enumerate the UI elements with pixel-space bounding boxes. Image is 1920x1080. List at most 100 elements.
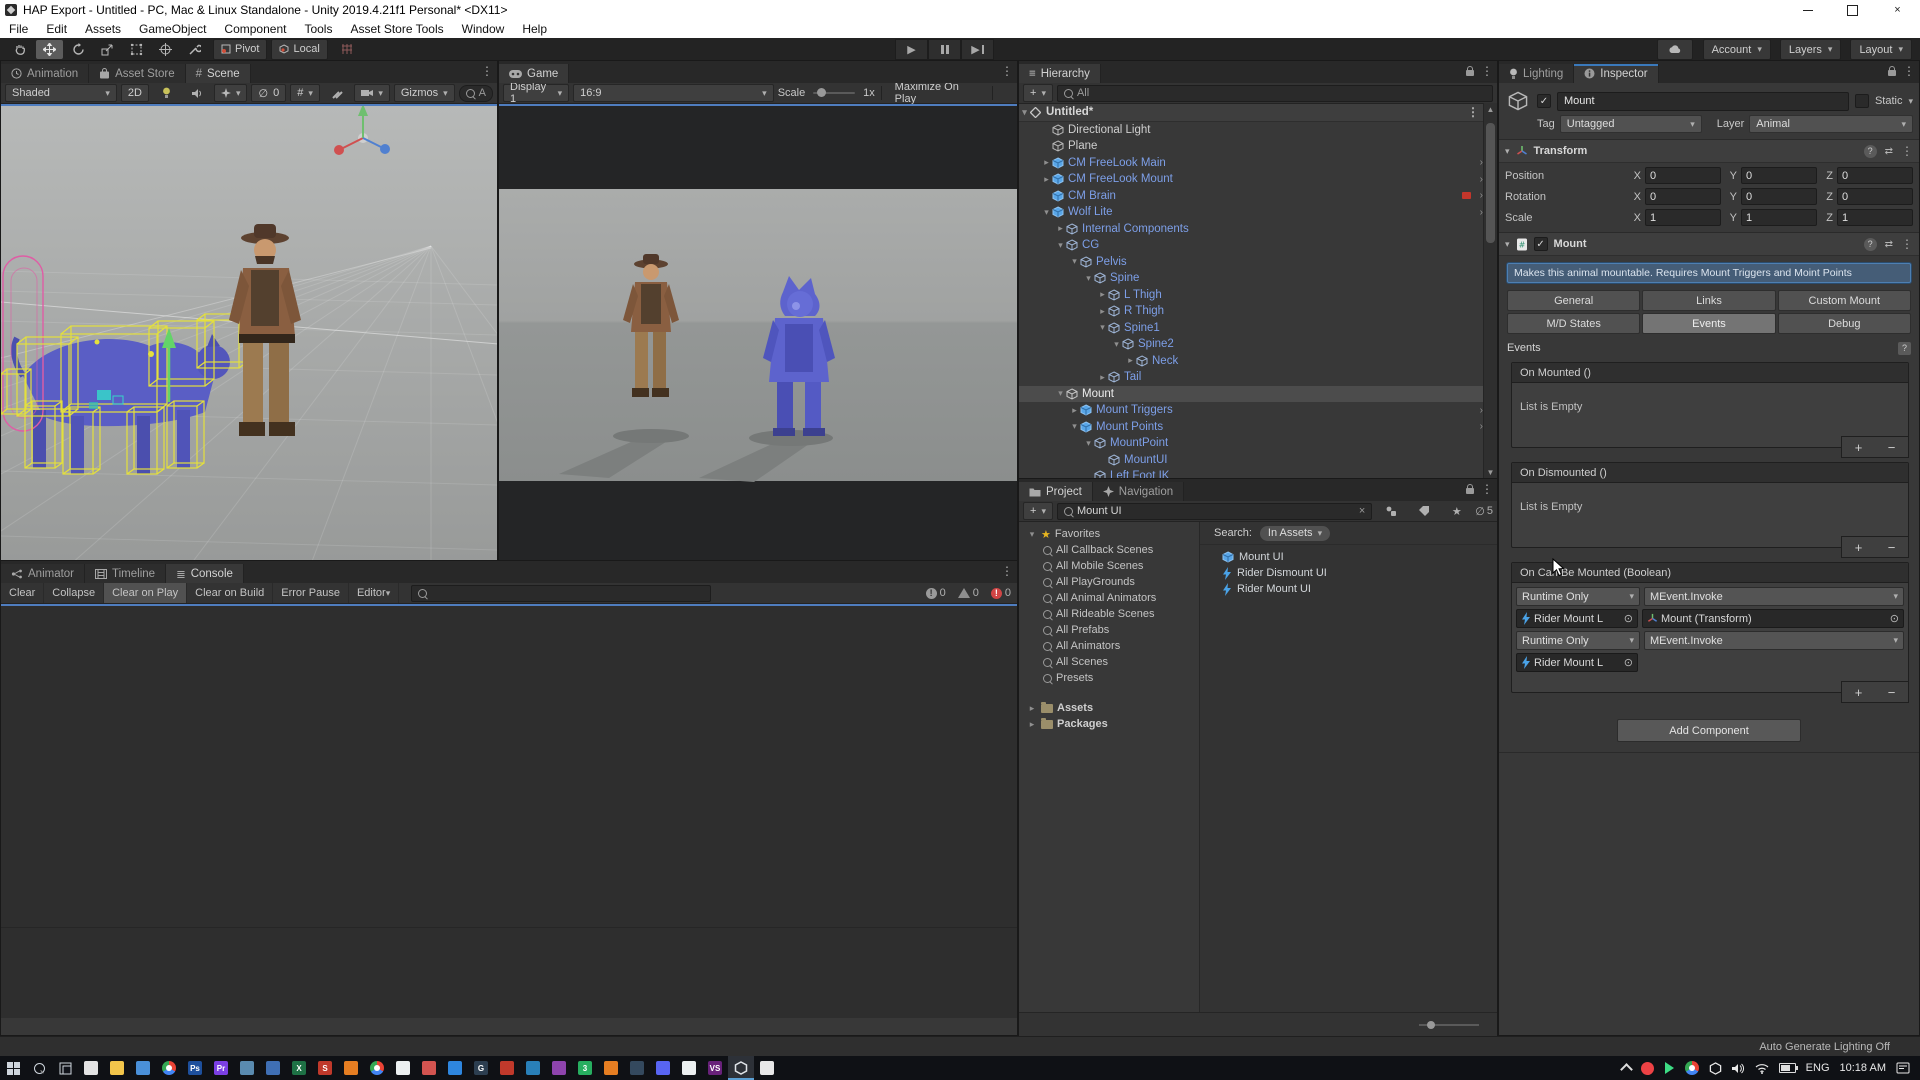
x-field[interactable]: 0 bbox=[1645, 167, 1721, 184]
cloud-button[interactable] bbox=[1657, 39, 1693, 60]
object-picker-icon[interactable]: ⊙ bbox=[1624, 656, 1633, 669]
language-indicator[interactable]: ENG bbox=[1806, 1062, 1830, 1074]
taskbar-app-16[interactable]: G bbox=[468, 1056, 494, 1080]
scene-kebab-icon[interactable]: ⋮ bbox=[1467, 105, 1479, 119]
menu-edit[interactable]: Edit bbox=[37, 20, 76, 38]
remove-event-button[interactable]: − bbox=[1875, 537, 1908, 557]
foldout-icon[interactable]: ▾ bbox=[1097, 322, 1108, 333]
tab-console[interactable]: ≣Console bbox=[166, 564, 244, 583]
taskbar-app-27[interactable] bbox=[754, 1056, 780, 1080]
wifi-icon[interactable] bbox=[1755, 1063, 1769, 1074]
hierarchy-item-mountui[interactable]: MountUI bbox=[1019, 452, 1497, 469]
taskbar-search-button[interactable] bbox=[26, 1056, 52, 1080]
taskbar-app-6[interactable]: Pr bbox=[208, 1056, 234, 1080]
add-event-button[interactable]: + bbox=[1842, 682, 1875, 702]
favorite-all-prefabs[interactable]: All Prefabs bbox=[1019, 622, 1199, 638]
hidden-packages-count[interactable]: ∅5 bbox=[1475, 505, 1493, 518]
lock-icon[interactable] bbox=[1888, 70, 1896, 76]
clock[interactable]: 10:18 AM bbox=[1840, 1062, 1886, 1074]
taskbar-app-26[interactable] bbox=[728, 1056, 754, 1080]
game-kebab-icon[interactable]: ⋮ bbox=[1001, 64, 1013, 78]
name-field[interactable]: Mount bbox=[1557, 92, 1849, 111]
foldout-icon[interactable]: ▾ bbox=[1111, 339, 1122, 350]
tab-lighting[interactable]: Lighting bbox=[1499, 64, 1574, 83]
hierarchy-item-tail[interactable]: ▸Tail bbox=[1019, 369, 1497, 386]
event-function-dropdown[interactable]: MEvent.Invoke▾ bbox=[1644, 587, 1904, 606]
custom-tool[interactable] bbox=[181, 40, 208, 59]
editor-button[interactable]: Editor ▾ bbox=[349, 583, 399, 603]
mute-audio-toggle[interactable]: Mute A bbox=[999, 84, 1013, 102]
error-pause-button[interactable]: Error Pause bbox=[273, 583, 349, 603]
taskbar-app-2[interactable] bbox=[104, 1056, 130, 1080]
tab-game[interactable]: Game bbox=[499, 64, 569, 83]
taskbar-app-10[interactable]: S bbox=[312, 1056, 338, 1080]
favorite-all-animators[interactable]: All Animators bbox=[1019, 638, 1199, 654]
menu-component[interactable]: Component bbox=[215, 20, 295, 38]
display-dropdown[interactable]: Display 1▾ bbox=[503, 84, 569, 102]
play-store-icon[interactable] bbox=[1664, 1062, 1675, 1074]
static-checkbox[interactable] bbox=[1855, 94, 1869, 108]
layout-dropdown[interactable]: Layout▾ bbox=[1850, 39, 1912, 60]
asset-rider-mount-ui[interactable]: Rider Mount UI bbox=[1200, 581, 1497, 597]
task-view-button[interactable] bbox=[52, 1056, 78, 1080]
hierarchy-item-internal-components[interactable]: ▸Internal Components bbox=[1019, 221, 1497, 238]
tab-hierarchy[interactable]: ≡ Hierarchy bbox=[1019, 64, 1101, 83]
foldout-icon[interactable]: ▸ bbox=[1125, 355, 1136, 366]
notification-icon[interactable] bbox=[1896, 1062, 1910, 1074]
foldout-icon[interactable]: ▾ bbox=[1069, 421, 1080, 432]
scene-audio-toggle[interactable] bbox=[184, 84, 208, 103]
project-kebab-icon[interactable]: ⋮ bbox=[1481, 482, 1493, 496]
hierarchy-item-spine[interactable]: ▾Spine bbox=[1019, 270, 1497, 287]
scene-camera-dropdown[interactable]: ▾ bbox=[354, 84, 390, 102]
tag-dropdown[interactable]: Untagged▾ bbox=[1560, 115, 1702, 133]
foldout-icon[interactable]: ▸ bbox=[1097, 306, 1108, 317]
favorite-all-animal-animators[interactable]: All Animal Animators bbox=[1019, 590, 1199, 606]
close-button[interactable]: × bbox=[1875, 0, 1920, 20]
events-help-button[interactable]: ? bbox=[1898, 342, 1911, 355]
asset-rider-dismount-ui[interactable]: Rider Dismount UI bbox=[1200, 565, 1497, 581]
taskbar-app-17[interactable] bbox=[494, 1056, 520, 1080]
hierarchy-item-directional-light[interactable]: Directional Light bbox=[1019, 122, 1497, 139]
step-button[interactable]: ▶ bbox=[961, 39, 994, 60]
taskbar-app-1[interactable] bbox=[78, 1056, 104, 1080]
hierarchy-search-input[interactable]: All bbox=[1057, 85, 1493, 102]
gameobject-icon[interactable] bbox=[1505, 89, 1531, 113]
hierarchy-item-mountpoint[interactable]: ▾MountPoint bbox=[1019, 435, 1497, 452]
hierarchy-item-mount[interactable]: ▾Mount bbox=[1019, 386, 1497, 403]
tab-timeline[interactable]: Timeline bbox=[85, 564, 166, 583]
foldout-icon[interactable]: ▸ bbox=[1097, 372, 1108, 383]
scene-visibility-toggle[interactable]: ∅0 bbox=[251, 84, 286, 102]
taskbar-app-21[interactable] bbox=[598, 1056, 624, 1080]
gizmos-dropdown[interactable]: Gizmos▾ bbox=[394, 84, 455, 102]
tray-expand-icon[interactable] bbox=[1620, 1063, 1633, 1076]
thumbnail-size-slider[interactable] bbox=[1419, 1024, 1479, 1026]
presets-icon[interactable]: ⇄ bbox=[1885, 239, 1893, 250]
event-target-field[interactable]: Rider Mount L⊙ bbox=[1516, 653, 1638, 672]
taskbar-app-9[interactable]: X bbox=[286, 1056, 312, 1080]
tab-project[interactable]: Project bbox=[1019, 482, 1093, 501]
foldout-icon[interactable]: ▾ bbox=[1505, 239, 1510, 250]
inspector-kebab-icon[interactable]: ⋮ bbox=[1903, 64, 1915, 78]
hierarchy-item-cm-freelook-mount[interactable]: ▸CM FreeLook Mount› bbox=[1019, 171, 1497, 188]
hierarchy-item-pelvis[interactable]: ▾Pelvis bbox=[1019, 254, 1497, 271]
hierarchy-item-l-thigh[interactable]: ▸L Thigh bbox=[1019, 287, 1497, 304]
volume-icon[interactable] bbox=[1732, 1063, 1745, 1074]
foldout-icon[interactable]: ▸ bbox=[1069, 405, 1080, 416]
folder-assets[interactable]: ▸Assets bbox=[1019, 700, 1199, 716]
z-field[interactable]: 1 bbox=[1837, 209, 1913, 226]
hand-tool[interactable] bbox=[7, 40, 34, 59]
foldout-icon[interactable]: ▾ bbox=[1505, 146, 1510, 157]
unity-tray-icon[interactable] bbox=[1709, 1062, 1722, 1075]
move-tool[interactable] bbox=[36, 40, 63, 59]
scene-grid-dropdown[interactable]: #▾ bbox=[290, 84, 320, 102]
taskbar-app-19[interactable] bbox=[546, 1056, 572, 1080]
taskbar-app-25[interactable]: VS bbox=[702, 1056, 728, 1080]
z-field[interactable]: 0 bbox=[1837, 167, 1913, 184]
hierarchy-item-cm-brain[interactable]: CM Brain› bbox=[1019, 188, 1497, 205]
project-search-input[interactable]: Mount UI × bbox=[1057, 503, 1372, 520]
rotate-tool[interactable] bbox=[65, 40, 92, 59]
layer-dropdown[interactable]: Animal▾ bbox=[1749, 115, 1913, 133]
save-search-button[interactable]: ★ bbox=[1443, 502, 1470, 521]
tab-animation[interactable]: Animation bbox=[1, 64, 89, 83]
hierarchy-kebab-icon[interactable]: ⋮ bbox=[1481, 64, 1493, 78]
